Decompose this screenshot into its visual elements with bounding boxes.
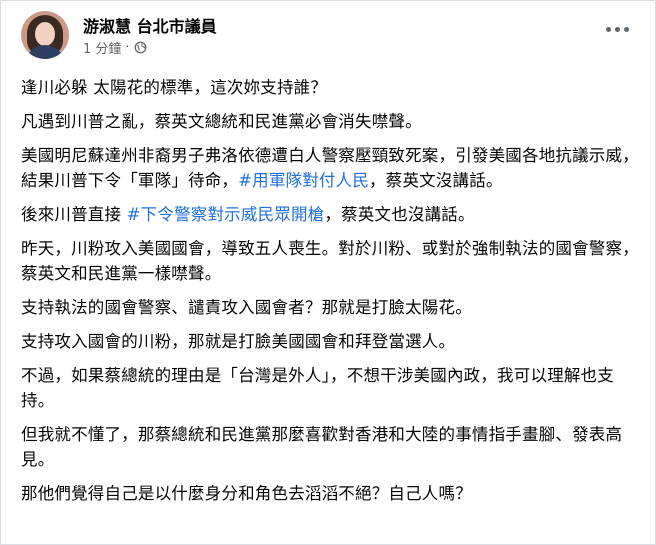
post-paragraph: 逢川必躲 太陽花的標準，這次妳支持誰？ bbox=[21, 78, 328, 97]
post-paragraph: 美國明尼蘇達州非裔男子弗洛依德遭白人警察壓頸致死案，引發美國各地抗議示威，結果川… bbox=[21, 146, 639, 190]
post-paragraph: 不過，如果蔡總統的理由是「台灣是外人」，不想干涉美國內政，我可以理解也支持。 bbox=[21, 366, 614, 410]
post-meta: 1 分鐘 · bbox=[83, 38, 147, 57]
post-content: 逢川必躲 太陽花的標準，這次妳支持誰？ 凡遇到川普之亂，蔡英文總統和民進黨必會消… bbox=[21, 75, 639, 515]
post-paragraph: 那他們覺得自己是以什麼身分和角色去滔滔不絕？自己人嗎？ bbox=[21, 484, 472, 503]
meta-separator: · bbox=[125, 40, 130, 55]
post-paragraph: 後來川普直接 #下令警察對示威民眾開槍，蔡英文也沒講話。 bbox=[21, 205, 475, 224]
post-paragraph: 但我就不懂了，那蔡總統和民進黨那麼喜歡對香港和大陸的事情指手畫腳、發表高見。 bbox=[21, 425, 623, 469]
facebook-post: 游淑慧 台北市議員 1 分鐘 · 逢川必躲 太陽花的標準，這次妳支持誰？ 凡遇到… bbox=[0, 0, 656, 545]
hashtag-link[interactable]: #下令警察對示威民眾開槍 bbox=[127, 205, 325, 224]
more-options-icon[interactable] bbox=[599, 17, 635, 41]
hashtag-link[interactable]: #用軍隊對付人民 bbox=[238, 171, 369, 190]
author-name[interactable]: 游淑慧 台北市議員 bbox=[83, 13, 217, 37]
post-paragraph: 凡遇到川普之亂，蔡英文總統和民進黨必會消失噤聲。 bbox=[21, 112, 422, 131]
post-paragraph: 昨天，川粉攻入美國國會，導致五人喪生。對於川粉、或對於強制執法的國會警察，蔡英文… bbox=[21, 239, 639, 283]
avatar[interactable] bbox=[21, 11, 69, 59]
post-header: 游淑慧 台北市議員 1 分鐘 · bbox=[21, 11, 635, 59]
globe-icon[interactable] bbox=[134, 41, 147, 54]
post-paragraph: 支持執法的國會警察、譴責攻入國會者？那就是打臉太陽花。 bbox=[21, 298, 472, 317]
post-paragraph: 支持攻入國會的川粉，那就是打臉美國國會和拜登當選人。 bbox=[21, 332, 456, 351]
post-timestamp[interactable]: 1 分鐘 bbox=[83, 38, 121, 57]
